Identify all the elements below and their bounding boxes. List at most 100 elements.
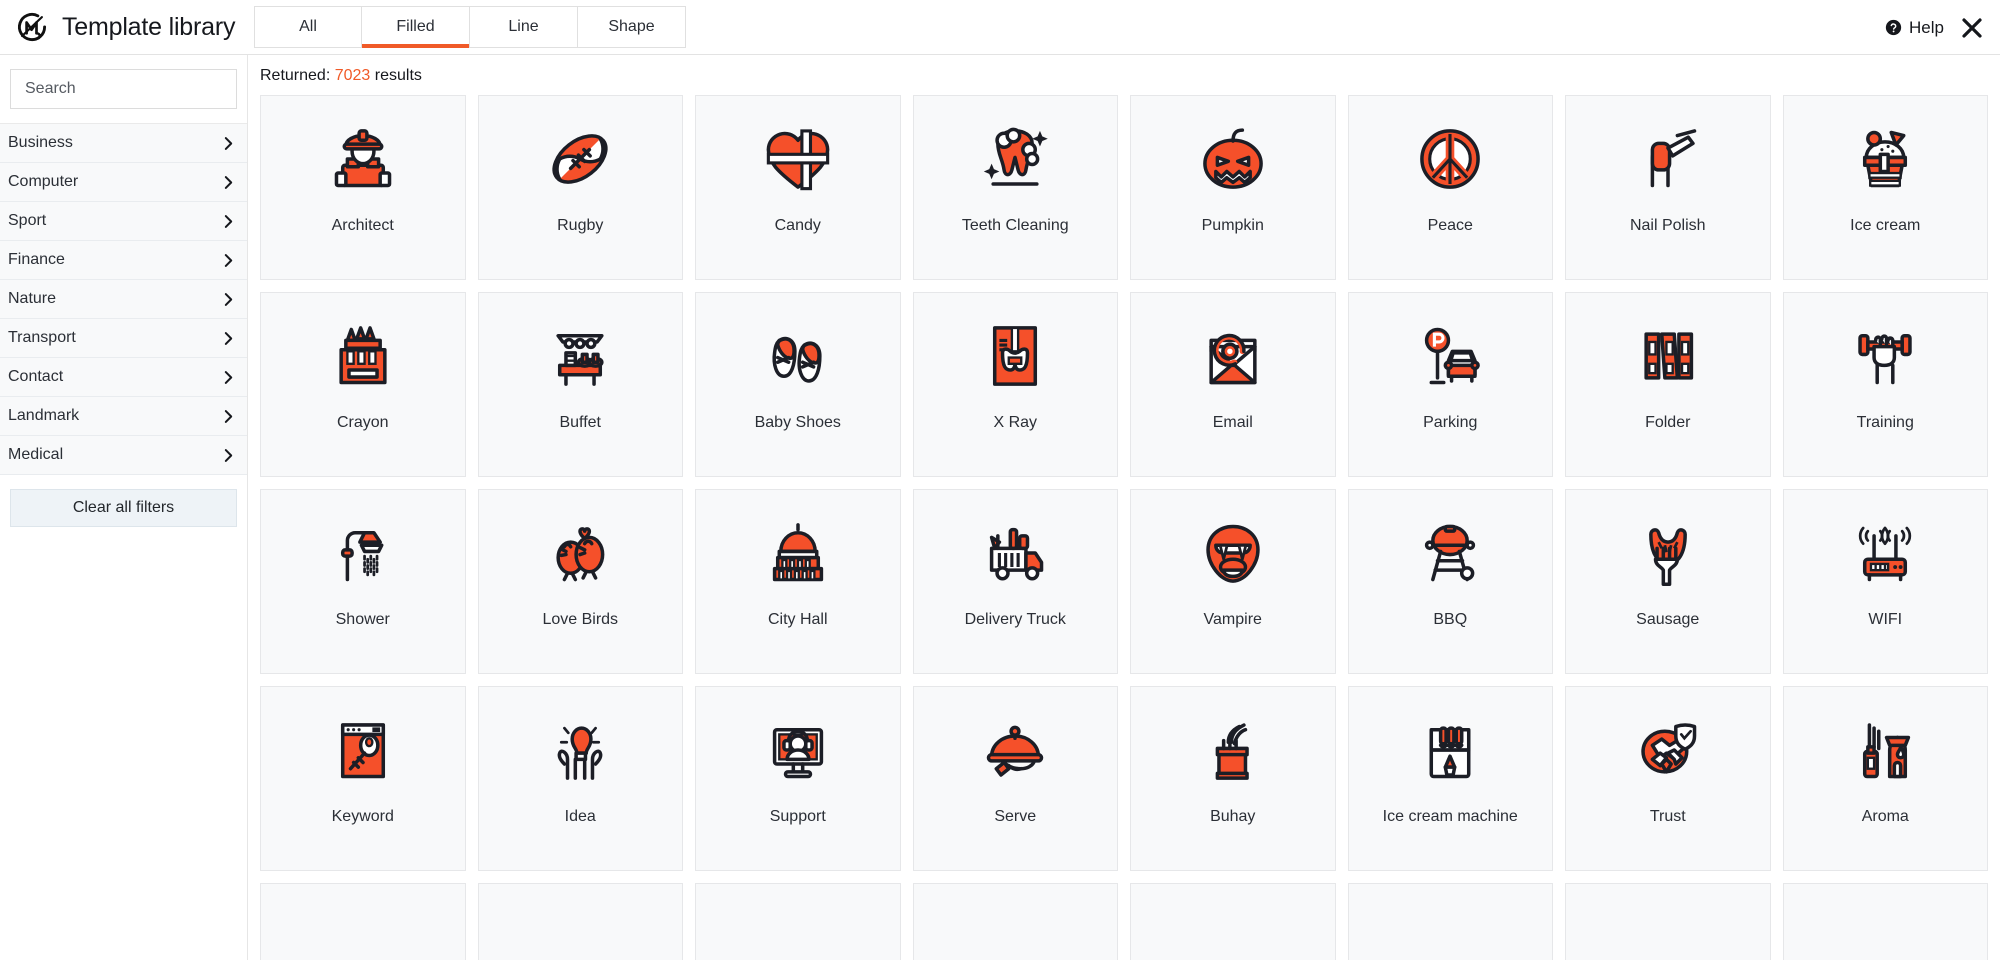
template-tile[interactable]: Baby Shoes (695, 292, 901, 477)
sidebar-item-medical[interactable]: Medical (0, 436, 247, 475)
sidebar-item-computer[interactable]: Computer (0, 163, 247, 202)
template-tile[interactable]: Buhay (1130, 686, 1336, 871)
help-button[interactable]: Help (1885, 18, 1944, 38)
chevron-right-icon (224, 409, 233, 424)
parking-sign-car-icon (1411, 317, 1489, 395)
template-tile[interactable]: Folder (1565, 292, 1771, 477)
monogram-m-circle-icon (14, 9, 50, 45)
sidebar-item-label: Finance (8, 251, 65, 268)
template-tile[interactable]: X Ray (912, 292, 1118, 477)
app-header: Template library All Filled Line Shape H… (0, 0, 2000, 55)
template-tile-label: Rugby (557, 217, 604, 234)
template-tile[interactable]: Buffet (477, 292, 683, 477)
template-tile-label: Nail Polish (1629, 217, 1706, 234)
category-list: Business Computer Sport Finance Nature T… (0, 123, 247, 475)
search-container (0, 69, 247, 123)
sidebar-item-business[interactable]: Business (0, 124, 247, 163)
template-tile[interactable]: Peace (1347, 95, 1553, 280)
template-grid: Architect Rugby Candy Teeth Cleaning Pumpkin… (260, 95, 1988, 960)
sidebar-item-nature[interactable]: Nature (0, 280, 247, 319)
template-library-app: Template library All Filled Line Shape H… (0, 0, 2000, 960)
buhay-can-icon (1194, 711, 1272, 789)
sidebar-item-transport[interactable]: Transport (0, 319, 247, 358)
delivery-truck-icon (976, 514, 1054, 592)
template-tile[interactable]: Pumpkin (1130, 95, 1336, 280)
tab-filled-label: Filled (396, 18, 435, 35)
love-birds-icon (541, 514, 619, 592)
sidebar-item-contact[interactable]: Contact (0, 358, 247, 397)
template-tile[interactable]: Nail Polish (1565, 95, 1771, 280)
app-body: Business Computer Sport Finance Nature (0, 55, 2000, 960)
peace-sign-icon (1411, 120, 1489, 198)
search-input[interactable] (10, 69, 237, 109)
shower-head-icon (324, 514, 402, 592)
chevron-right-icon (224, 253, 233, 268)
template-tile-placeholder[interactable] (695, 883, 901, 960)
template-tile[interactable]: Support (695, 686, 901, 871)
template-tile[interactable]: Architect (260, 95, 466, 280)
tooth-cleaning-icon (976, 120, 1054, 198)
tab-filled[interactable]: Filled (362, 6, 470, 48)
template-tile[interactable]: WIFI (1782, 489, 1988, 674)
template-tile[interactable]: Serve (912, 686, 1118, 871)
template-tile[interactable]: Sausage (1565, 489, 1771, 674)
template-tile[interactable]: Training (1782, 292, 1988, 477)
results-prefix: Returned: (260, 67, 331, 84)
template-tile-placeholder[interactable] (260, 883, 466, 960)
template-tile[interactable]: Crayon (260, 292, 466, 477)
candy-heart-icon (759, 120, 837, 198)
template-tile-placeholder[interactable] (912, 883, 1118, 960)
results-suffix: results (374, 67, 422, 84)
wifi-router-icon (1846, 514, 1924, 592)
tab-shape-label: Shape (608, 18, 655, 35)
page-title: Template library (62, 12, 236, 41)
template-tile-label: Trust (1649, 808, 1686, 825)
template-tile-label: Shower (335, 611, 390, 628)
aroma-diffuser-icon (1846, 711, 1924, 789)
header-actions: Help (1885, 0, 1984, 55)
template-tile[interactable]: Teeth Cleaning (912, 95, 1118, 280)
x-ray-icon (976, 317, 1054, 395)
template-tile[interactable]: Shower (260, 489, 466, 674)
template-tile-placeholder[interactable] (1347, 883, 1553, 960)
tab-all[interactable]: All (254, 6, 362, 48)
template-tile-placeholder[interactable] (477, 883, 683, 960)
sausage-fork-icon (1629, 514, 1707, 592)
template-tile-label: Delivery Truck (964, 611, 1066, 628)
template-tile[interactable]: Candy (695, 95, 901, 280)
template-tile[interactable]: Ice cream (1782, 95, 1988, 280)
template-tile[interactable]: BBQ (1347, 489, 1553, 674)
template-tile[interactable]: Keyword (260, 686, 466, 871)
tab-line[interactable]: Line (470, 6, 578, 48)
chevron-right-icon (224, 370, 233, 385)
sidebar-item-label: Landmark (8, 407, 80, 424)
sidebar-item-finance[interactable]: Finance (0, 241, 247, 280)
template-tile[interactable]: Delivery Truck (912, 489, 1118, 674)
results-count: 7023 (334, 67, 371, 84)
tab-shape[interactable]: Shape (578, 6, 686, 48)
template-tile-label: Baby Shoes (754, 414, 841, 431)
template-tile-placeholder[interactable] (1565, 883, 1771, 960)
close-x-icon[interactable] (1960, 16, 1984, 40)
chevron-right-icon (224, 136, 233, 151)
template-grid-scroll[interactable]: Architect Rugby Candy Teeth Cleaning Pumpkin… (248, 95, 2000, 960)
template-tile-label: Ice cream (1850, 217, 1921, 234)
template-tile[interactable]: Parking (1347, 292, 1553, 477)
template-tile[interactable]: Love Birds (477, 489, 683, 674)
template-tile-label: Email (1212, 414, 1253, 431)
sidebar-item-landmark[interactable]: Landmark (0, 397, 247, 436)
clear-all-filters-button[interactable]: Clear all filters (10, 489, 237, 527)
template-tile[interactable]: Vampire (1130, 489, 1336, 674)
template-tile[interactable]: Ice cream machine (1347, 686, 1553, 871)
template-tile-label: Buffet (559, 414, 601, 431)
template-tile[interactable]: Idea (477, 686, 683, 871)
template-tile[interactable]: Aroma (1782, 686, 1988, 871)
template-tile[interactable]: Trust (1565, 686, 1771, 871)
template-tile-placeholder[interactable] (1130, 883, 1336, 960)
template-tile-placeholder[interactable] (1782, 883, 1988, 960)
template-tile[interactable]: Rugby (477, 95, 683, 280)
template-tile-label: Ice cream machine (1382, 808, 1518, 825)
template-tile[interactable]: Email (1130, 292, 1336, 477)
sidebar-item-sport[interactable]: Sport (0, 202, 247, 241)
template-tile[interactable]: City Hall (695, 489, 901, 674)
